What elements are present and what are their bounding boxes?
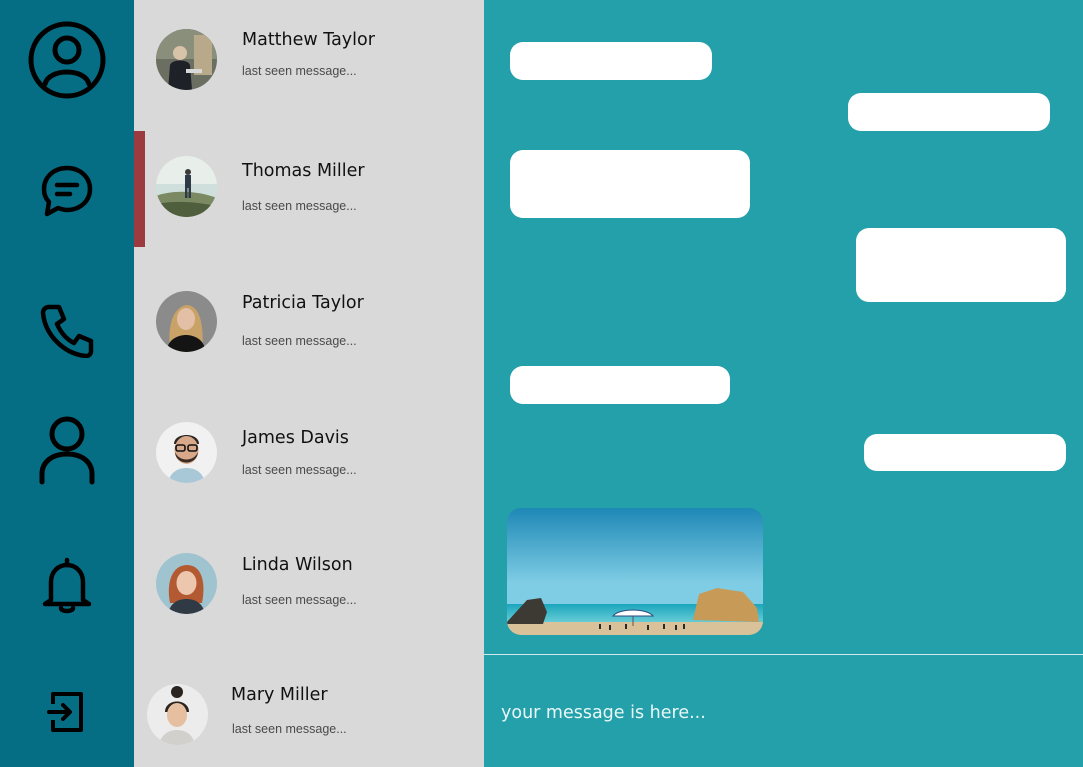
- contacts-button[interactable]: [0, 414, 134, 486]
- icon-sidebar: [0, 0, 134, 767]
- message-bubble-incoming: [510, 150, 750, 218]
- profile-circle-icon: [28, 21, 106, 99]
- avatar: [156, 156, 217, 217]
- message-bubble-incoming: [510, 366, 730, 404]
- message-input[interactable]: [501, 698, 1061, 728]
- avatar: [156, 291, 217, 352]
- composer-divider: [484, 654, 1083, 655]
- user-icon: [39, 416, 95, 485]
- notifications-button[interactable]: [0, 556, 134, 616]
- avatar: [156, 553, 217, 614]
- contact-item-thomas-miller[interactable]: Thomas Miller last seen message...: [134, 131, 484, 261]
- contact-name: Matthew Taylor: [242, 30, 375, 50]
- avatar: [156, 29, 217, 90]
- message-bubble-outgoing: [848, 93, 1050, 131]
- profile-button[interactable]: [0, 20, 134, 100]
- calls-button[interactable]: [0, 302, 134, 358]
- messages-button[interactable]: [0, 163, 134, 219]
- beach-photo: [507, 508, 763, 635]
- avatar: [147, 684, 208, 745]
- contact-last-message: last seen message...: [242, 593, 357, 607]
- contact-last-message: last seen message...: [232, 722, 347, 736]
- contact-item-matthew-taylor[interactable]: Matthew Taylor last seen message...: [134, 0, 484, 130]
- logout-button[interactable]: [0, 690, 134, 734]
- contact-last-message: last seen message...: [242, 334, 357, 348]
- message-bubble-incoming: [510, 42, 712, 80]
- chat-panel: [484, 0, 1083, 767]
- message-bubble-outgoing: [864, 434, 1066, 471]
- contact-name: Mary Miller: [231, 685, 328, 705]
- message-bubble-outgoing: [856, 228, 1066, 302]
- contact-last-message: last seen message...: [242, 463, 357, 477]
- contact-item-patricia-taylor[interactable]: Patricia Taylor last seen message...: [134, 262, 484, 392]
- contact-item-linda-wilson[interactable]: Linda Wilson last seen message...: [134, 524, 484, 654]
- contact-name: James Davis: [242, 428, 349, 448]
- logout-icon: [47, 692, 83, 732]
- avatar: [156, 422, 217, 483]
- contact-last-message: last seen message...: [242, 199, 357, 213]
- contact-item-mary-miller[interactable]: Mary Miller last seen message...: [134, 655, 484, 767]
- image-message[interactable]: [507, 508, 763, 635]
- contact-name: Linda Wilson: [242, 555, 353, 575]
- contact-list: Matthew Taylor last seen message... Thom…: [134, 0, 484, 767]
- contact-last-message: last seen message...: [242, 64, 357, 78]
- phone-icon: [40, 304, 94, 358]
- contact-name: Thomas Miller: [242, 161, 365, 181]
- bell-icon: [42, 557, 92, 614]
- chat-bubble-icon: [41, 165, 93, 217]
- contact-item-james-davis[interactable]: James Davis last seen message...: [134, 393, 484, 523]
- contact-name: Patricia Taylor: [242, 293, 364, 313]
